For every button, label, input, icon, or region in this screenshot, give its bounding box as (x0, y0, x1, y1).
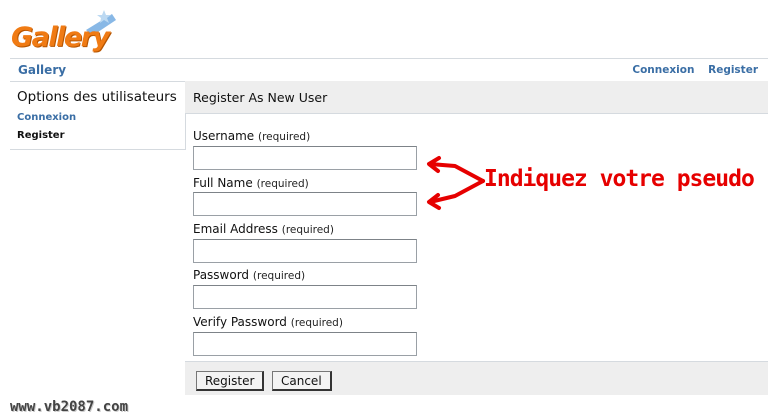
cancel-button[interactable]: Cancel (272, 371, 332, 391)
verify-password-label: Verify Password (required) (193, 315, 343, 329)
username-label: Username (required) (193, 129, 310, 143)
password-input[interactable] (193, 285, 417, 309)
email-input[interactable] (193, 239, 417, 263)
password-label: Password (required) (193, 268, 305, 282)
verify-password-input[interactable] (193, 332, 417, 356)
full-name-label-text: Full Name (193, 176, 253, 190)
username-label-text: Username (193, 129, 255, 143)
annotation-arrows-icon (427, 156, 485, 210)
annotation-text: Indiquez votre pseudo (484, 166, 755, 192)
watermark: www.vb2087.com (10, 399, 129, 415)
password-required-note: (required) (252, 270, 306, 282)
header-bar: Gallery Connexion Register (10, 58, 768, 82)
username-required-note: (required) (258, 131, 311, 143)
sidebar-item-register: Register (17, 130, 65, 141)
logo-text: Gallery (11, 22, 110, 53)
full-name-input[interactable] (193, 192, 417, 216)
page-heading-bar: Register As New User (185, 81, 768, 114)
email-label-text: Email Address (193, 222, 278, 236)
sidebar: Options des utilisateurs Connexion Regis… (10, 81, 186, 150)
register-button[interactable]: Register (196, 371, 265, 391)
username-input[interactable] (193, 146, 417, 170)
password-label-text: Password (193, 268, 250, 282)
header-link-connexion[interactable]: Connexion (632, 64, 694, 76)
full-name-required-note: (required) (256, 178, 309, 190)
gallery-logo[interactable]: Gallery (8, 8, 118, 58)
sidebar-title: Options des utilisateurs (17, 89, 177, 105)
page-title: Register As New User (193, 90, 328, 105)
sidebar-item-connexion[interactable]: Connexion (17, 112, 76, 123)
verify-password-required-note: (required) (290, 317, 343, 329)
form-button-bar: Register Cancel (185, 361, 768, 395)
header-link-register[interactable]: Register (708, 64, 758, 76)
email-label: Email Address (required) (193, 222, 334, 236)
full-name-label: Full Name (required) (193, 176, 309, 190)
breadcrumb-gallery[interactable]: Gallery (18, 63, 66, 77)
verify-password-label-text: Verify Password (193, 315, 287, 329)
email-required-note: (required) (281, 224, 334, 236)
header-links: Connexion Register (622, 64, 758, 76)
